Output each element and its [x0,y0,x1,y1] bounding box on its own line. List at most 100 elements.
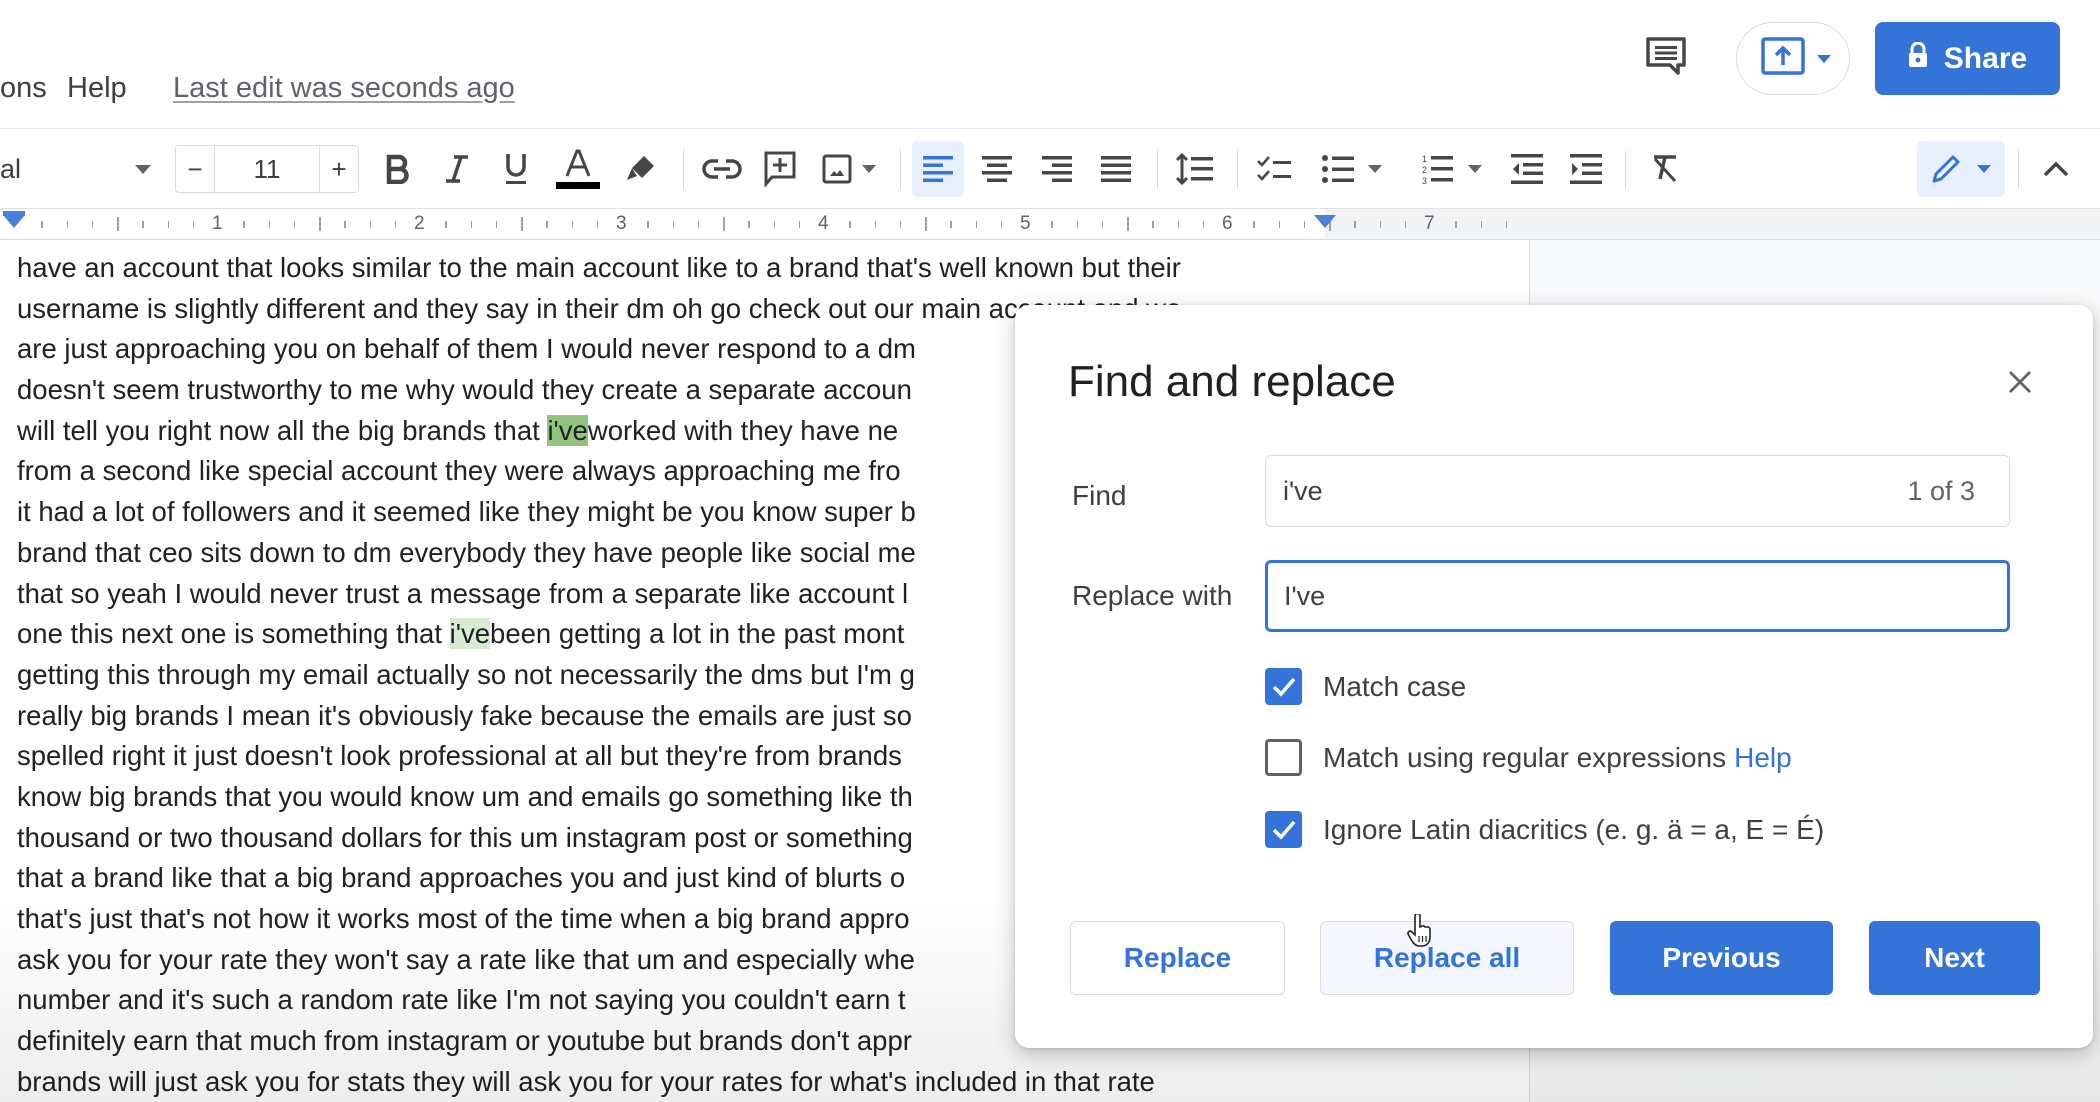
text-color-icon [555,148,601,190]
previous-button[interactable]: Previous [1610,921,1833,995]
align-center-button[interactable] [975,129,1019,209]
ruler-tick [1455,221,1457,228]
text-color-button[interactable] [555,129,601,209]
insert-image-button[interactable] [818,129,880,209]
regex-option[interactable]: Match using regular expressions Help [1265,739,1792,776]
svg-text:2: 2 [1422,165,1427,175]
find-replace-dialog: Find and replace Find i've 1 of 3 Replac… [1015,305,2093,1048]
justify-button[interactable] [1094,129,1138,209]
match-case-label: Match case [1323,670,1467,702]
next-button[interactable]: Next [1869,921,2040,995]
right-indent-handle[interactable] [1314,215,1336,228]
close-icon [2008,370,2032,399]
ruler-tick [1152,221,1154,228]
find-input-value: i've [1283,475,1323,506]
ruler-tick [1000,221,1003,228]
ruler-tick [41,221,43,228]
decrease-font-size-button[interactable]: − [176,146,214,192]
underline-button[interactable] [496,129,536,209]
menu-help[interactable]: Help [67,72,127,105]
ruler-tick [1202,221,1205,228]
clear-formatting-button[interactable] [1643,129,1687,209]
replace-label: Replace with [1072,580,1233,611]
bulleted-list-dropdown-icon [1368,165,1382,173]
ignore-diacritics-label: Ignore Latin diacritics (e. g. ä = a, E … [1323,813,1825,845]
present-icon [1761,37,1805,80]
ruler-tick [899,221,902,228]
ruler-tick [723,217,725,231]
highlight-button[interactable] [620,129,660,209]
increase-indent-button[interactable] [1564,129,1608,209]
present-dropdown-icon[interactable] [1817,54,1831,63]
left-indent-handle[interactable] [3,215,25,228]
bulleted-list-icon [1322,155,1354,183]
docs-header: ons Help Last edit was seconds ago Share [0,0,2100,128]
font-size-input[interactable]: 11 [214,146,320,192]
hand-cursor-icon [1407,912,1433,953]
find-input[interactable]: i've 1 of 3 [1265,455,2010,527]
align-left-button[interactable] [912,141,964,197]
ruler-tick [445,221,447,228]
bold-button[interactable] [378,129,418,209]
close-button[interactable] [2003,367,2037,401]
numbered-list-icon: 123 [1422,153,1454,185]
ruler-tick [394,221,397,228]
ruler-tick [1076,221,1078,228]
italic-button[interactable] [437,129,477,209]
menu-extensions[interactable]: ons [0,72,47,105]
editing-mode-button[interactable] [1917,141,2005,197]
ruler-number: 6 [1222,213,1233,234]
current-match-highlight: i've [547,414,588,446]
ruler-tick [1303,221,1306,228]
ignore-diacritics-checkbox[interactable] [1265,811,1302,848]
comment-history-icon [1645,36,1687,81]
decrease-indent-button[interactable] [1505,129,1549,209]
regex-checkbox[interactable] [1265,739,1302,776]
ruler-tick [697,221,700,228]
add-comment-button[interactable] [760,129,800,209]
match-case-checkbox[interactable] [1265,668,1302,705]
bulleted-list-button[interactable] [1312,129,1392,209]
increase-font-size-button[interactable]: + [320,146,358,192]
font-family-select[interactable]: al [0,129,21,209]
toolbar-divider [900,149,901,189]
ruler-tick [1404,221,1407,228]
align-left-icon [923,155,953,183]
ruler-tick [369,221,371,228]
insert-link-button[interactable] [700,129,744,209]
present-button[interactable] [1736,22,1850,95]
ruler-tick [1253,221,1255,228]
ruler-tick [142,221,144,228]
numbered-list-button[interactable]: 123 [1412,129,1492,209]
last-edit-link[interactable]: Last edit was seconds ago [173,72,515,105]
replace-input[interactable]: I've [1265,560,2010,632]
regex-help-link[interactable]: Help [1734,742,1792,773]
checklist-button[interactable] [1252,129,1296,209]
match-case-option[interactable]: Match case [1265,668,1466,705]
ruler-tick [192,221,195,228]
ignore-diacritics-option[interactable]: Ignore Latin diacritics (e. g. ä = a, E … [1265,811,1824,848]
share-button[interactable]: Share [1875,22,2060,95]
highlight-icon [624,154,656,184]
comments-button[interactable] [1638,30,1694,86]
ruler-tick [293,221,296,228]
replace-button[interactable]: Replace [1070,921,1285,995]
ruler-tick [950,221,952,228]
editing-mode-icon [1931,154,1961,184]
collapse-menus-button[interactable] [2036,129,2076,209]
insert-image-icon [822,154,852,184]
ruler-tick [672,221,674,228]
replace-all-button[interactable]: Replace all [1320,921,1574,995]
ruler-tick [546,221,548,228]
ruler-tick [1278,221,1280,228]
line-spacing-button[interactable] [1170,129,1220,209]
ruler-tick [925,217,927,231]
font-size-stepper: − 11 + [175,145,359,193]
ruler-tick [319,217,321,231]
align-right-button[interactable] [1035,129,1079,209]
ruler-tick [647,221,649,228]
link-icon [702,157,742,181]
document-line: have an account that looks similar to th… [17,252,1181,283]
ruler-tick [849,221,851,228]
font-family-dropdown-icon[interactable] [135,165,151,174]
